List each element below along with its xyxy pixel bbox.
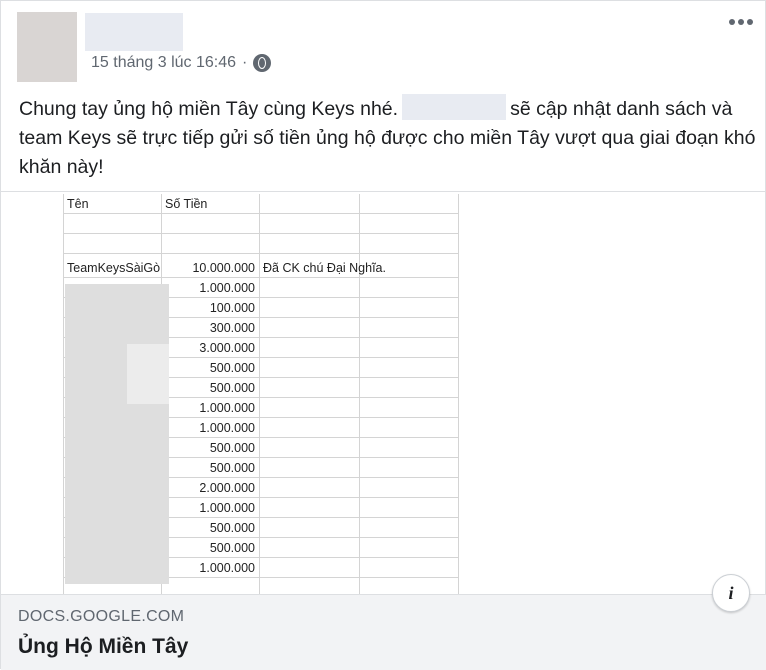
header-amount: Số Tiền bbox=[165, 197, 208, 211]
link-preview[interactable]: DOCS.GOOGLE.COM Ủng Hộ Miền Tây bbox=[1, 594, 766, 670]
amount-cell: 1.000.000 bbox=[199, 561, 255, 575]
first-row-amount: 10.000.000 bbox=[192, 261, 255, 275]
table-row: TeamKeysSàiGò 10.000.000 Đã CK chú Đại N… bbox=[63, 258, 459, 278]
amount-cell: 3.000.000 bbox=[199, 341, 255, 355]
amount-cell: 100.000 bbox=[209, 301, 255, 315]
post-timestamp[interactable]: 15 tháng 3 lúc 16:46 bbox=[91, 54, 236, 72]
avatar[interactable] bbox=[17, 12, 77, 82]
amount-cell: 1.000.000 bbox=[199, 421, 255, 435]
post-text-part1: Chung tay ủng hộ miền Tây cùng Keys nhé. bbox=[19, 98, 399, 120]
amount-cell: 1.000.000 bbox=[199, 401, 255, 415]
link-domain: DOCS.GOOGLE.COM bbox=[18, 608, 185, 625]
redacted-name bbox=[402, 94, 507, 120]
redacted-names bbox=[65, 284, 169, 584]
amount-cell: 500.000 bbox=[209, 361, 255, 375]
meta-separator: · bbox=[242, 54, 248, 71]
post-meta: 15 tháng 3 lúc 16:46 · bbox=[91, 54, 272, 72]
amount-cell: 1.000.000 bbox=[199, 281, 255, 295]
amount-cell: 2.000.000 bbox=[199, 481, 255, 495]
header-name: Tên bbox=[67, 197, 89, 211]
facebook-post: 15 tháng 3 lúc 16:46 · Chung tay ủng hộ … bbox=[0, 0, 766, 670]
spreadsheet-preview[interactable]: Tên Số Tiền TeamKeysSàiGò 10.000.000 Đã … bbox=[63, 194, 459, 594]
post-text: Chung tay ủng hộ miền Tây cùng Keys nhé.… bbox=[19, 94, 759, 182]
globe-icon[interactable] bbox=[253, 54, 272, 72]
amount-cell: 500.000 bbox=[209, 521, 255, 535]
table-row bbox=[63, 234, 459, 254]
info-icon[interactable]: i bbox=[712, 574, 750, 612]
sheet-header-row: Tên Số Tiền bbox=[63, 194, 459, 214]
table-row bbox=[63, 214, 459, 234]
amount-cell: 500.000 bbox=[209, 461, 255, 475]
first-row-name: TeamKeysSàiGò bbox=[67, 261, 161, 275]
more-icon[interactable] bbox=[729, 19, 753, 25]
redacted-names bbox=[127, 344, 169, 404]
link-title[interactable]: Ủng Hộ Miền Tây bbox=[18, 635, 188, 659]
amount-cell: 500.000 bbox=[209, 441, 255, 455]
amount-cell: 1.000.000 bbox=[199, 501, 255, 515]
amount-cell: 300.000 bbox=[209, 321, 255, 335]
first-row-note: Đã CK chú Đại Nghĩa. bbox=[263, 261, 386, 275]
amount-cell: 500.000 bbox=[209, 381, 255, 395]
divider bbox=[1, 191, 766, 192]
author-name-redacted[interactable] bbox=[85, 13, 183, 51]
amount-cell: 500.000 bbox=[209, 541, 255, 555]
